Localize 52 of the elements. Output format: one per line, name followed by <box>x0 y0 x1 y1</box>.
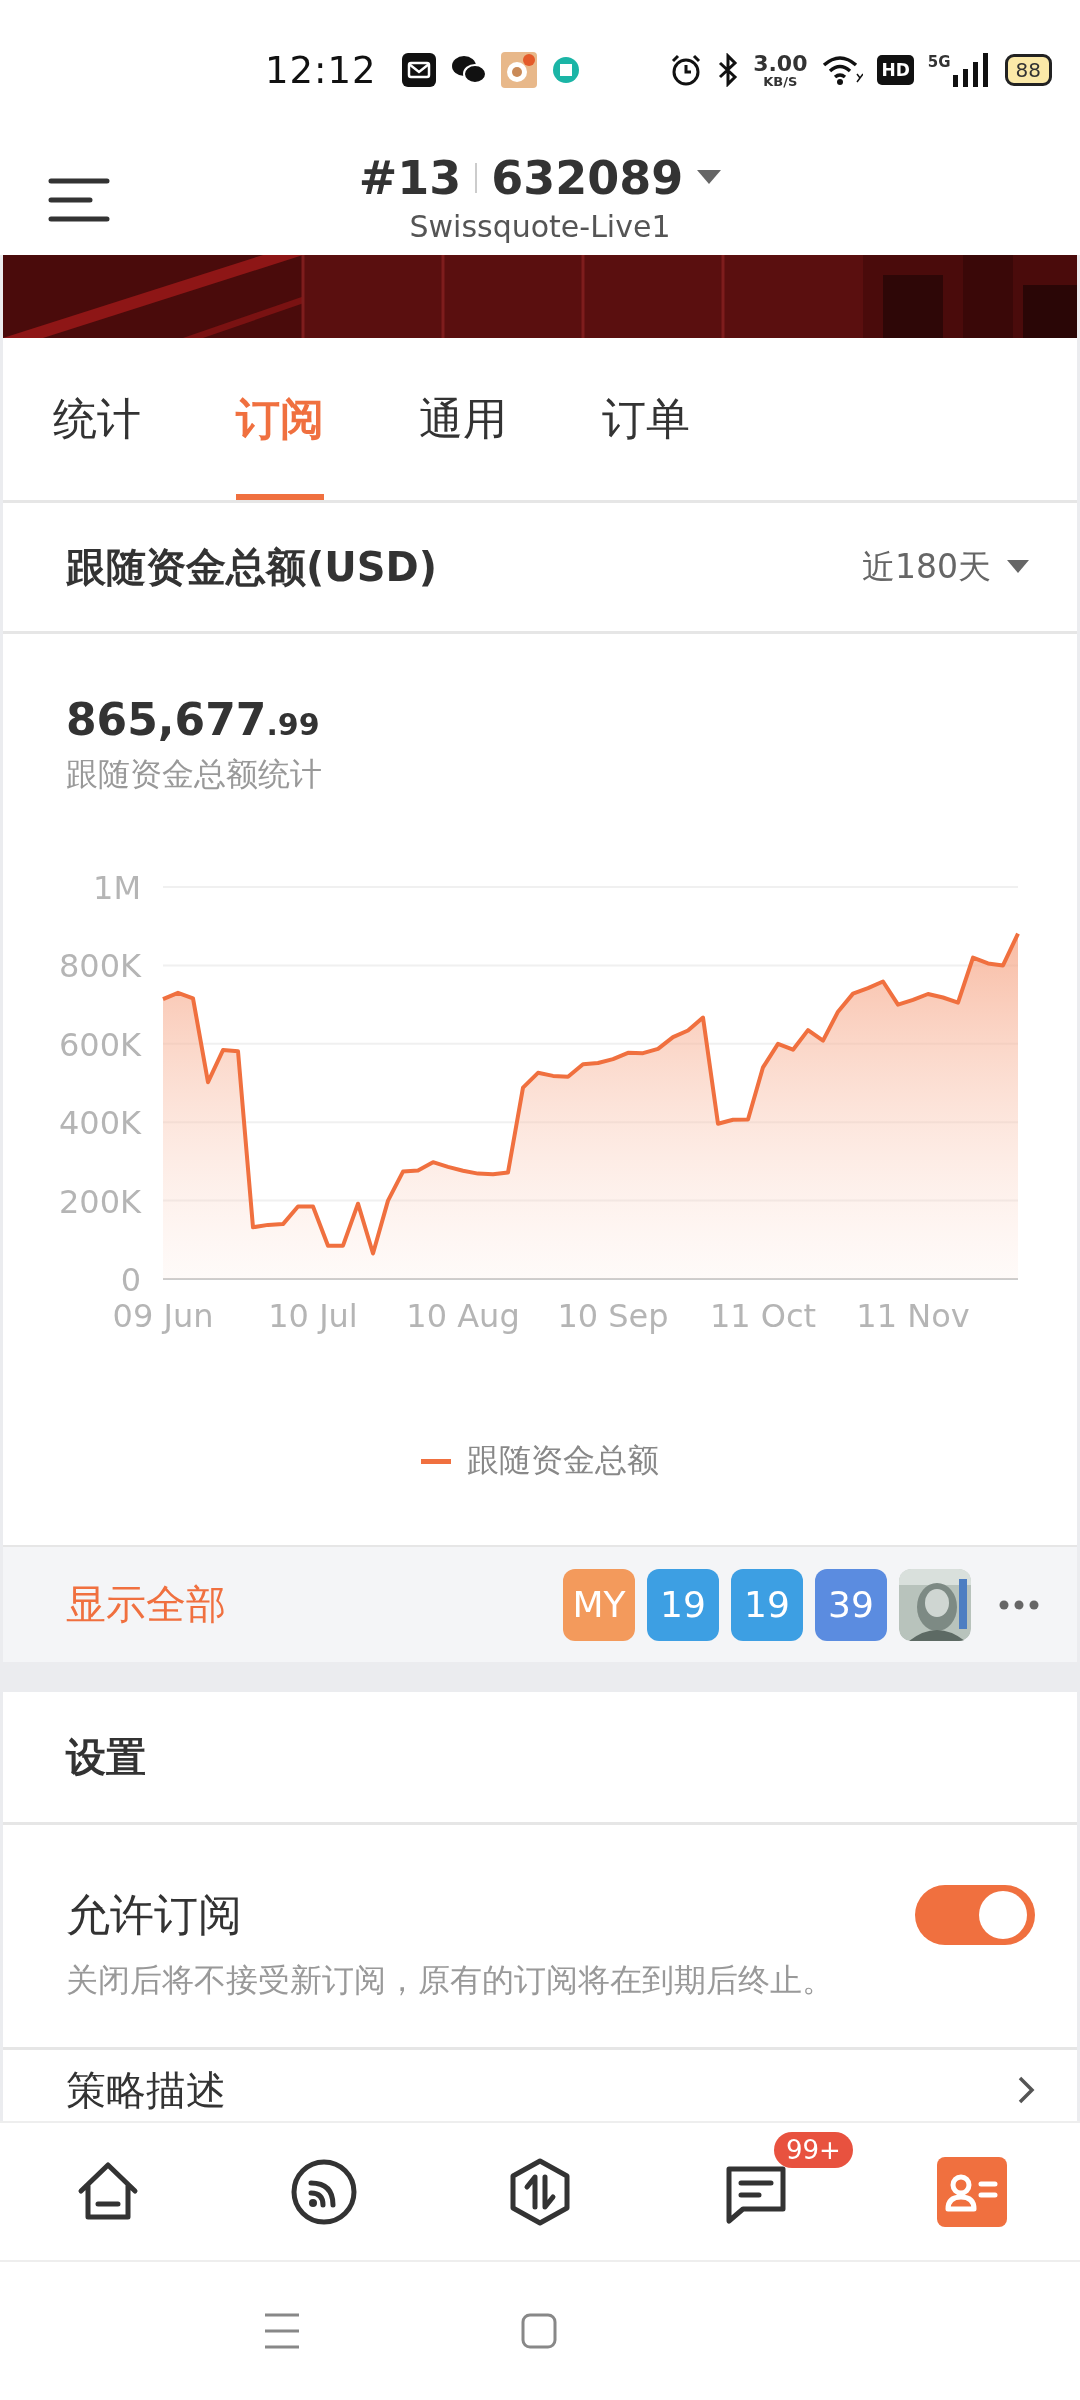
home-button-icon[interactable] <box>521 2313 557 2349</box>
tab[interactable]: 订阅 <box>236 338 324 500</box>
network-type: 5G <box>927 53 951 71</box>
wifi-icon <box>821 54 864 86</box>
battery-level: 88 <box>1004 54 1052 86</box>
y-axis-label: 1M <box>93 869 141 907</box>
contact-card-icon[interactable] <box>937 2156 1007 2227</box>
subscriber-avatar[interactable]: 19 <box>647 1568 719 1641</box>
bluetooth-icon <box>717 53 740 87</box>
dropdown-caret-icon[interactable] <box>1007 560 1029 574</box>
account-number[interactable]: 632089 <box>491 151 684 205</box>
section-title: 跟随资金总额(USD) <box>66 542 438 592</box>
x-axis-label: 10 Jul <box>268 1297 358 1335</box>
y-axis-label: 400K <box>58 1104 141 1143</box>
setting-link[interactable]: 策略描述 <box>66 2062 226 2118</box>
app-icon <box>500 52 537 88</box>
period-dropdown[interactable]: 近180天 <box>856 543 1035 591</box>
setting-label: 允许订阅 <box>66 1887 242 1942</box>
app-icon <box>550 55 581 85</box>
tab[interactable]: 统计 <box>53 338 141 500</box>
toggle-switch[interactable] <box>915 1885 1035 1945</box>
speed-unit: KB/S <box>763 74 798 88</box>
tab[interactable]: 通用 <box>419 338 507 500</box>
subscriber-avatar[interactable]: 19 <box>731 1568 803 1641</box>
total-amount: 865,677.99 <box>65 694 321 745</box>
y-axis-label: 600K <box>58 1025 141 1064</box>
notification-badge: 99+ <box>774 2131 853 2168</box>
y-axis-label: 800K <box>58 947 141 986</box>
x-axis-label: 09 Jun <box>112 1297 214 1335</box>
network-speed: 3.00 <box>753 52 808 75</box>
setting-description: 关闭后将不接受新订阅，原有的订阅将在到期后终止。 <box>66 1960 835 2001</box>
hd-indicator: HD <box>877 55 914 85</box>
clock-time: 12:12 <box>265 48 377 92</box>
x-axis-label: 10 Sep <box>557 1297 669 1335</box>
more-icon[interactable] <box>999 1599 1039 1610</box>
x-axis-label: 11 Nov <box>856 1297 970 1335</box>
y-axis-label: 200K <box>58 1182 141 1221</box>
menu-icon[interactable] <box>48 178 110 222</box>
total-caption: 跟随资金总额统计 <box>65 754 323 795</box>
subscriber-avatar[interactable]: 39 <box>815 1568 887 1641</box>
signal-icon <box>952 53 991 87</box>
dropdown-caret-icon[interactable] <box>697 170 722 186</box>
server-name: Swissquote-Live1 <box>409 209 671 244</box>
y-axis-label: 0 <box>120 1261 141 1299</box>
chevron-right-icon[interactable] <box>1017 2075 1035 2105</box>
legend-label: 跟随资金总额 <box>467 1440 659 1481</box>
mail-icon <box>400 52 437 88</box>
settings-title: 设置 <box>66 1732 146 1782</box>
tab[interactable]: 订单 <box>602 338 690 500</box>
account-index: #13 <box>358 151 462 205</box>
x-axis-label: 11 Oct <box>709 1297 817 1335</box>
x-axis-label: 10 Aug <box>406 1297 520 1335</box>
